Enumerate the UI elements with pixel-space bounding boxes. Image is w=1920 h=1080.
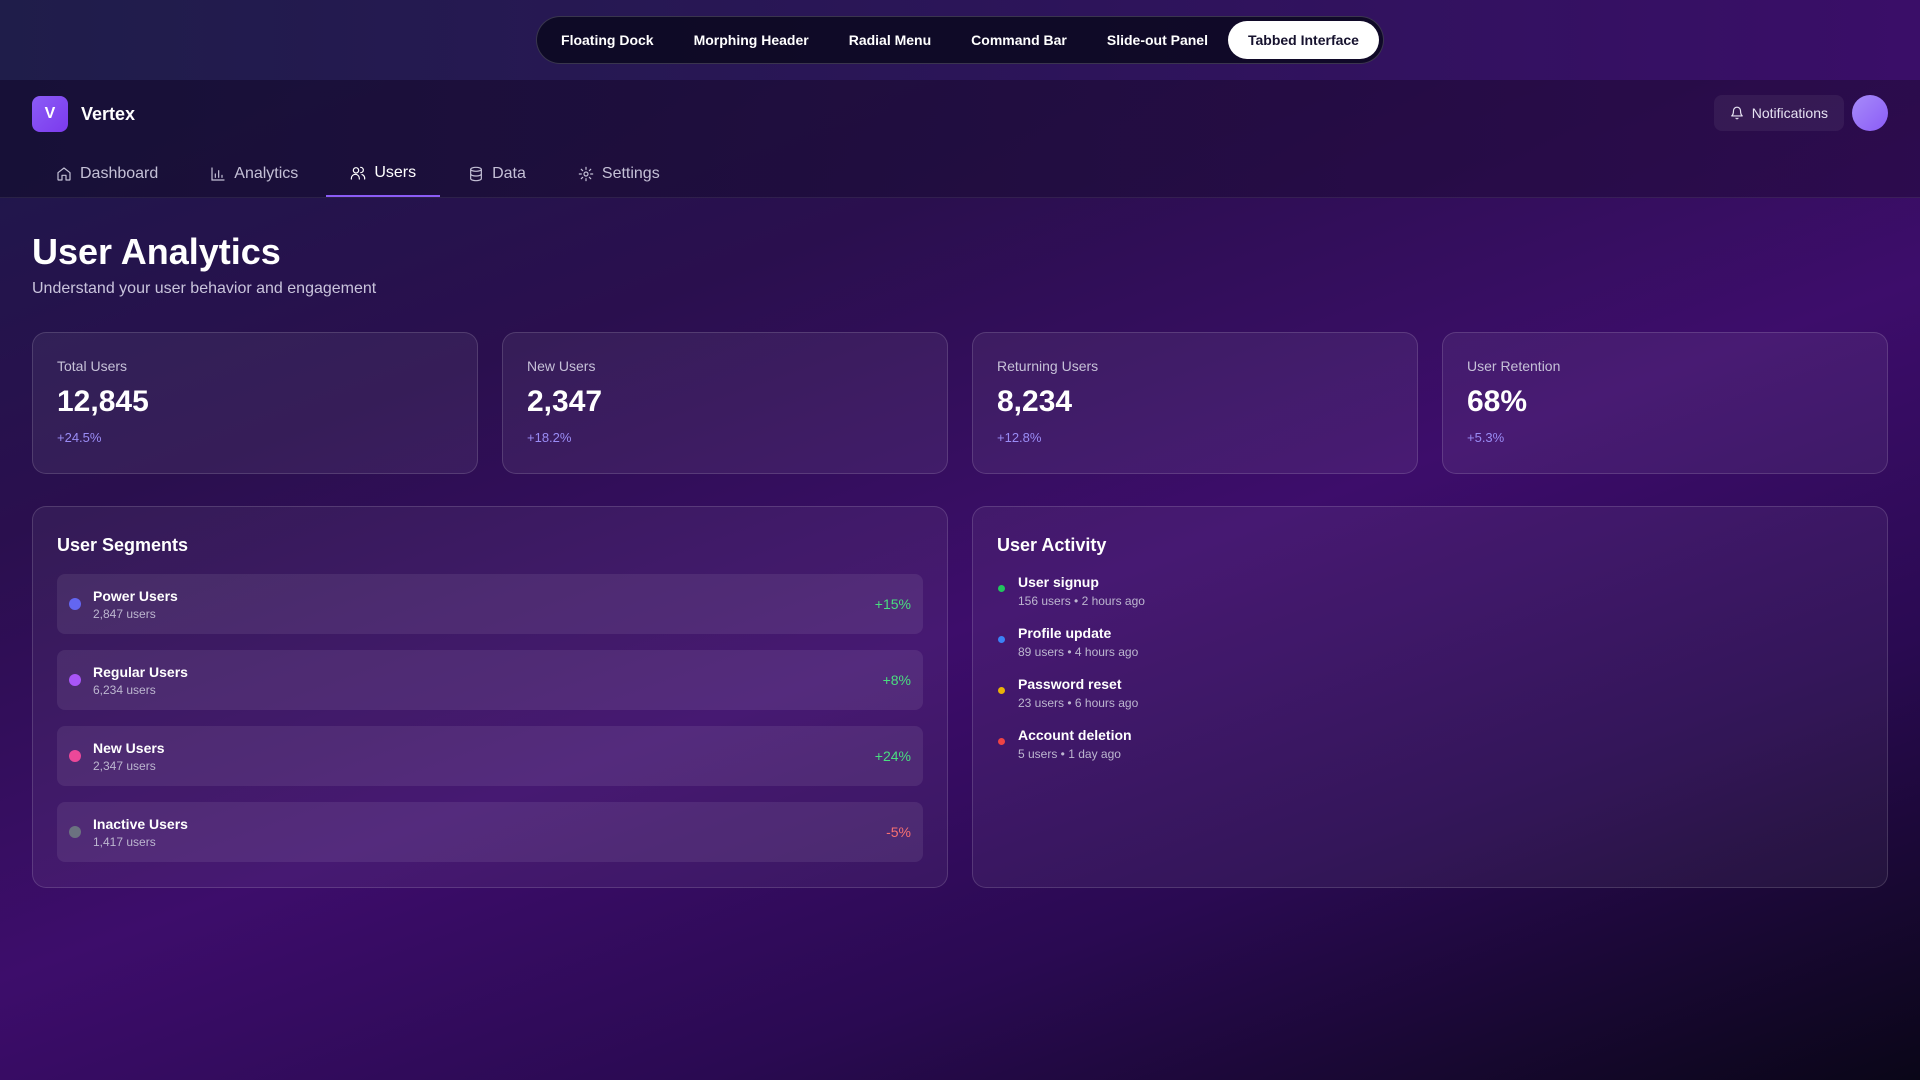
switch-morphing-header[interactable]: Morphing Header	[674, 21, 829, 59]
brand-logo: V	[32, 96, 68, 132]
segment-dot	[69, 826, 81, 838]
stat-value: 68%	[1467, 385, 1528, 418]
database-icon	[470, 166, 483, 182]
stat-card-new-users: New Users 2,347 +18.2%	[502, 332, 948, 474]
layout-switcher: Floating Dock Morphing Header Radial Men…	[536, 16, 1384, 64]
tab-users-label: Users	[374, 164, 417, 181]
page-subtitle: Understand your user behavior and engage…	[32, 280, 377, 297]
panel-title: User Activity	[997, 535, 1107, 555]
activity-meta: 5 users • 1 day ago	[1018, 747, 1121, 761]
segment-dot	[69, 598, 81, 610]
tab-data-label: Data	[492, 165, 526, 182]
app-header: V Vertex Notifications Dashboard Analyti…	[0, 80, 1920, 198]
stat-label: User Retention	[1467, 358, 1561, 374]
segment-change: +24%	[874, 748, 911, 764]
switch-command-bar[interactable]: Command Bar	[951, 21, 1087, 59]
segment-name: New Users	[93, 739, 165, 756]
stat-label: Total Users	[57, 358, 128, 374]
activity-dot	[998, 636, 1005, 643]
segment-row[interactable]: Power Users 2,847 users +15%	[57, 574, 923, 634]
notifications-label: Notifications	[1751, 105, 1828, 121]
activity-meta: 156 users • 2 hours ago	[1018, 594, 1145, 608]
notifications-button[interactable]: Notifications	[1713, 95, 1844, 131]
stat-label: New Users	[527, 358, 596, 374]
activity-dot	[998, 585, 1005, 592]
segment-name: Power Users	[93, 587, 178, 604]
segment-name: Regular Users	[93, 663, 188, 680]
segment-row[interactable]: Regular Users 6,234 users +8%	[57, 650, 923, 710]
segment-count: 1,417 users	[93, 834, 156, 849]
stat-value: 8,234	[997, 385, 1073, 418]
activity-dot	[998, 738, 1005, 745]
user-segments-panel: User Segments Power Users 2,847 users +1…	[32, 506, 948, 888]
activity-item: Password reset 23 users • 6 hours ago	[997, 676, 1863, 710]
stats-row: Total Users 12,845 +24.5% New Users 2,34…	[32, 332, 1888, 474]
segment-change: +8%	[882, 672, 911, 688]
stat-change: +5.3%	[1467, 430, 1505, 445]
activity-item: User signup 156 users • 2 hours ago	[997, 574, 1863, 608]
gear-icon	[578, 166, 594, 182]
stat-card-user-retention: User Retention 68% +5.3%	[1442, 332, 1888, 474]
brand[interactable]: V Vertex	[32, 96, 135, 132]
switch-tabbed-interface[interactable]: Tabbed Interface	[1227, 21, 1379, 59]
stat-change: +12.8%	[997, 430, 1042, 445]
stat-value: 12,845	[57, 385, 149, 418]
bell-icon	[1730, 106, 1743, 120]
segment-count: 2,347 users	[93, 758, 156, 773]
tab-data[interactable]: Data	[444, 151, 550, 197]
switch-radial-menu[interactable]: Radial Menu	[829, 21, 951, 59]
stat-value: 2,347	[527, 385, 603, 418]
stat-change: +18.2%	[527, 430, 572, 445]
user-activity-panel: User Activity User signup 156 users • 2 …	[972, 506, 1888, 888]
segment-dot	[69, 674, 81, 686]
activity-title: Profile update	[1018, 625, 1112, 641]
brand-name: Vertex	[81, 103, 136, 124]
segment-change: +15%	[874, 596, 911, 612]
stat-label: Returning Users	[997, 358, 1099, 374]
segment-dot	[69, 750, 81, 762]
users-icon	[351, 166, 366, 180]
stat-card-returning-users: Returning Users 8,234 +12.8%	[972, 332, 1418, 474]
tab-settings[interactable]: Settings	[554, 151, 684, 197]
tab-settings-label: Settings	[601, 165, 660, 182]
stat-card-total-users: Total Users 12,845 +24.5%	[32, 332, 478, 474]
stat-change: +24.5%	[57, 430, 102, 445]
segment-change: -5%	[886, 824, 911, 840]
segment-count: 2,847 users	[93, 606, 156, 621]
activity-dot	[998, 687, 1005, 694]
nav-tabs: Dashboard Analytics Users Data Settings	[32, 151, 688, 197]
panel-title: User Segments	[57, 535, 189, 555]
panels-row: User Segments Power Users 2,847 users +1…	[32, 506, 1888, 888]
tab-analytics[interactable]: Analytics	[186, 151, 322, 197]
activity-title: Password reset	[1018, 676, 1122, 692]
bar-chart-icon	[211, 167, 225, 181]
activity-meta: 23 users • 6 hours ago	[1018, 696, 1139, 710]
switch-floating-dock[interactable]: Floating Dock	[541, 21, 674, 59]
segment-count: 6,234 users	[93, 682, 156, 697]
tab-dashboard[interactable]: Dashboard	[32, 151, 182, 197]
main-content: User Analytics Understand your user beha…	[0, 198, 1920, 888]
activity-meta: 89 users • 4 hours ago	[1018, 645, 1139, 659]
activity-item: Account deletion 5 users • 1 day ago	[997, 727, 1863, 761]
segment-name: Inactive Users	[93, 815, 188, 832]
activity-item: Profile update 89 users • 4 hours ago	[997, 625, 1863, 659]
tab-dashboard-label: Dashboard	[80, 165, 159, 182]
layout-switcher-bar: Floating Dock Morphing Header Radial Men…	[0, 0, 1920, 80]
home-icon	[57, 167, 71, 181]
activity-title: Account deletion	[1018, 727, 1132, 743]
avatar[interactable]	[1852, 95, 1888, 131]
activity-title: User signup	[1018, 574, 1099, 590]
tab-users[interactable]: Users	[326, 151, 441, 197]
tab-analytics-label: Analytics	[234, 165, 299, 182]
page-title: User Analytics	[32, 231, 281, 272]
segment-row[interactable]: New Users 2,347 users +24%	[57, 726, 923, 786]
switch-slide-out-panel[interactable]: Slide-out Panel	[1087, 21, 1228, 59]
segment-row[interactable]: Inactive Users 1,417 users -5%	[57, 802, 923, 862]
header-actions: Notifications	[1713, 95, 1888, 131]
